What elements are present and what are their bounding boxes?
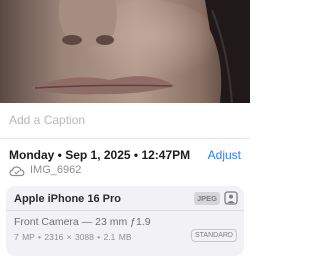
caption-input[interactable]: Add a Caption bbox=[9, 113, 85, 127]
format-badge: JPEG bbox=[194, 192, 221, 205]
style-badge: STANDARD bbox=[191, 229, 237, 242]
file-info: IMG_6962 bbox=[9, 162, 81, 178]
image-specs: 7 MP • 2316 × 3088 • 2.1 MB bbox=[14, 232, 132, 242]
capture-datetime: Monday • Sep 1, 2025 • 12:47PM bbox=[9, 148, 191, 162]
adjust-button[interactable]: Adjust bbox=[208, 148, 241, 162]
cloud-icon bbox=[9, 164, 25, 177]
card-divider bbox=[6, 210, 244, 211]
divider bbox=[0, 138, 250, 139]
photo-preview[interactable] bbox=[0, 0, 250, 103]
portrait-icon bbox=[224, 191, 238, 205]
file-name: IMG_6962 bbox=[30, 164, 82, 176]
face-photo bbox=[0, 0, 250, 103]
lens-info: Front Camera — 23 mm ƒ1.9 bbox=[14, 216, 151, 228]
camera-info-card: Apple iPhone 16 Pro JPEG Front Camera — … bbox=[6, 186, 244, 256]
camera-model: Apple iPhone 16 Pro bbox=[14, 193, 121, 205]
